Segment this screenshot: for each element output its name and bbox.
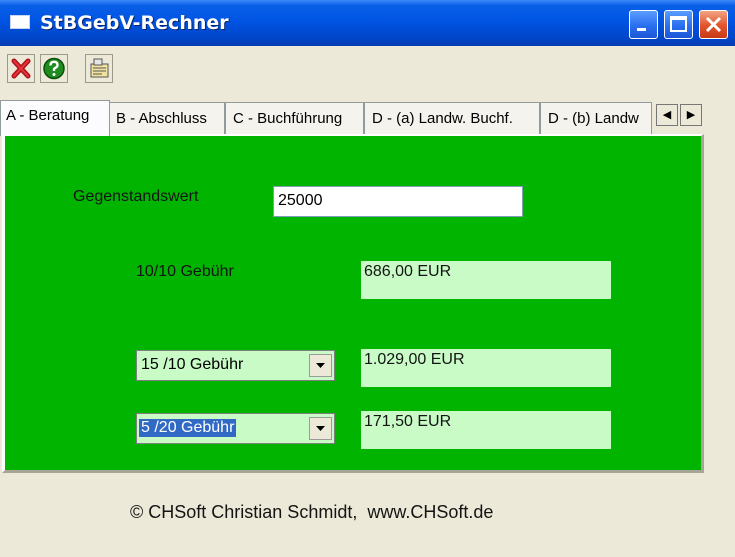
tab-scroll-right-button[interactable]: ▶ [680, 104, 702, 126]
tab-abschluss[interactable]: B - Abschluss [108, 102, 225, 135]
fee-10-10-output: 686,00 EUR [361, 261, 611, 299]
minimize-button[interactable] [629, 10, 658, 39]
exit-icon [11, 58, 31, 79]
tab-label: A - Beratung [6, 107, 90, 124]
tab-label: C - Buchführung [233, 110, 343, 127]
fee-rate-select-1-value: 15 /10 Gebühr [141, 356, 244, 373]
maximize-icon [670, 16, 687, 32]
dropdown-button[interactable] [309, 354, 332, 377]
fee-rate-select-2[interactable]: 5 /20 Gebühr [136, 413, 335, 444]
tab-strip: A - Beratung B - Abschluss C - Buchführu… [0, 100, 735, 136]
help-button[interactable] [40, 54, 68, 83]
fee-result-2-output: 171,50 EUR [361, 411, 611, 449]
copyright-footer: © CHSoft Christian Schmidt, www.CHSoft.d… [130, 502, 494, 522]
help-icon [43, 57, 65, 80]
fee-result-1-output: 1.029,00 EUR [361, 349, 611, 387]
close-icon [705, 16, 722, 33]
chevron-down-icon [316, 363, 325, 368]
close-button[interactable] [699, 10, 728, 39]
tab-label: D - (b) Landw [548, 110, 639, 127]
fee-rate-select-2-value: 5 /20 Gebühr [139, 419, 237, 437]
chevron-down-icon [316, 426, 325, 431]
tab-landw-b[interactable]: D - (b) Landw [540, 102, 652, 135]
fee-rate-select-1[interactable]: 15 /10 Gebühr [136, 350, 335, 381]
gegenstandswert-label: Gegenstandswert [73, 188, 199, 205]
fee-result-1-value: 1.029,00 EUR [364, 351, 465, 368]
info-icon [90, 58, 109, 78]
gegenstandswert-input[interactable]: 25000 [273, 186, 523, 217]
tab-label: D - (a) Landw. Buchf. [372, 110, 513, 127]
exit-button[interactable] [7, 54, 35, 83]
arrow-right-icon: ▶ [686, 108, 696, 121]
tab-buchfuehrung[interactable]: C - Buchführung [225, 102, 364, 135]
tab-scroll-left-button[interactable]: ◀ [656, 104, 678, 126]
dropdown-button[interactable] [309, 417, 332, 440]
tab-beratung[interactable]: A - Beratung [0, 100, 110, 136]
tab-label: B - Abschluss [116, 110, 207, 127]
tab-landw-buchf-a[interactable]: D - (a) Landw. Buchf. [364, 102, 540, 135]
maximize-button[interactable] [664, 10, 693, 39]
fee-10-10-value: 686,00 EUR [364, 263, 452, 280]
fee-result-2-value: 171,50 EUR [364, 413, 452, 430]
arrow-left-icon: ◀ [662, 108, 672, 121]
minimize-icon [637, 28, 646, 31]
app-icon [10, 15, 30, 29]
fee-10-10-label: 10/10 Gebühr [136, 263, 234, 280]
window-title: StBGebV-Rechner [40, 12, 229, 34]
info-button[interactable] [85, 54, 113, 83]
gegenstandswert-value: 25000 [278, 192, 323, 209]
title-bar: StBGebV-Rechner [0, 0, 735, 46]
